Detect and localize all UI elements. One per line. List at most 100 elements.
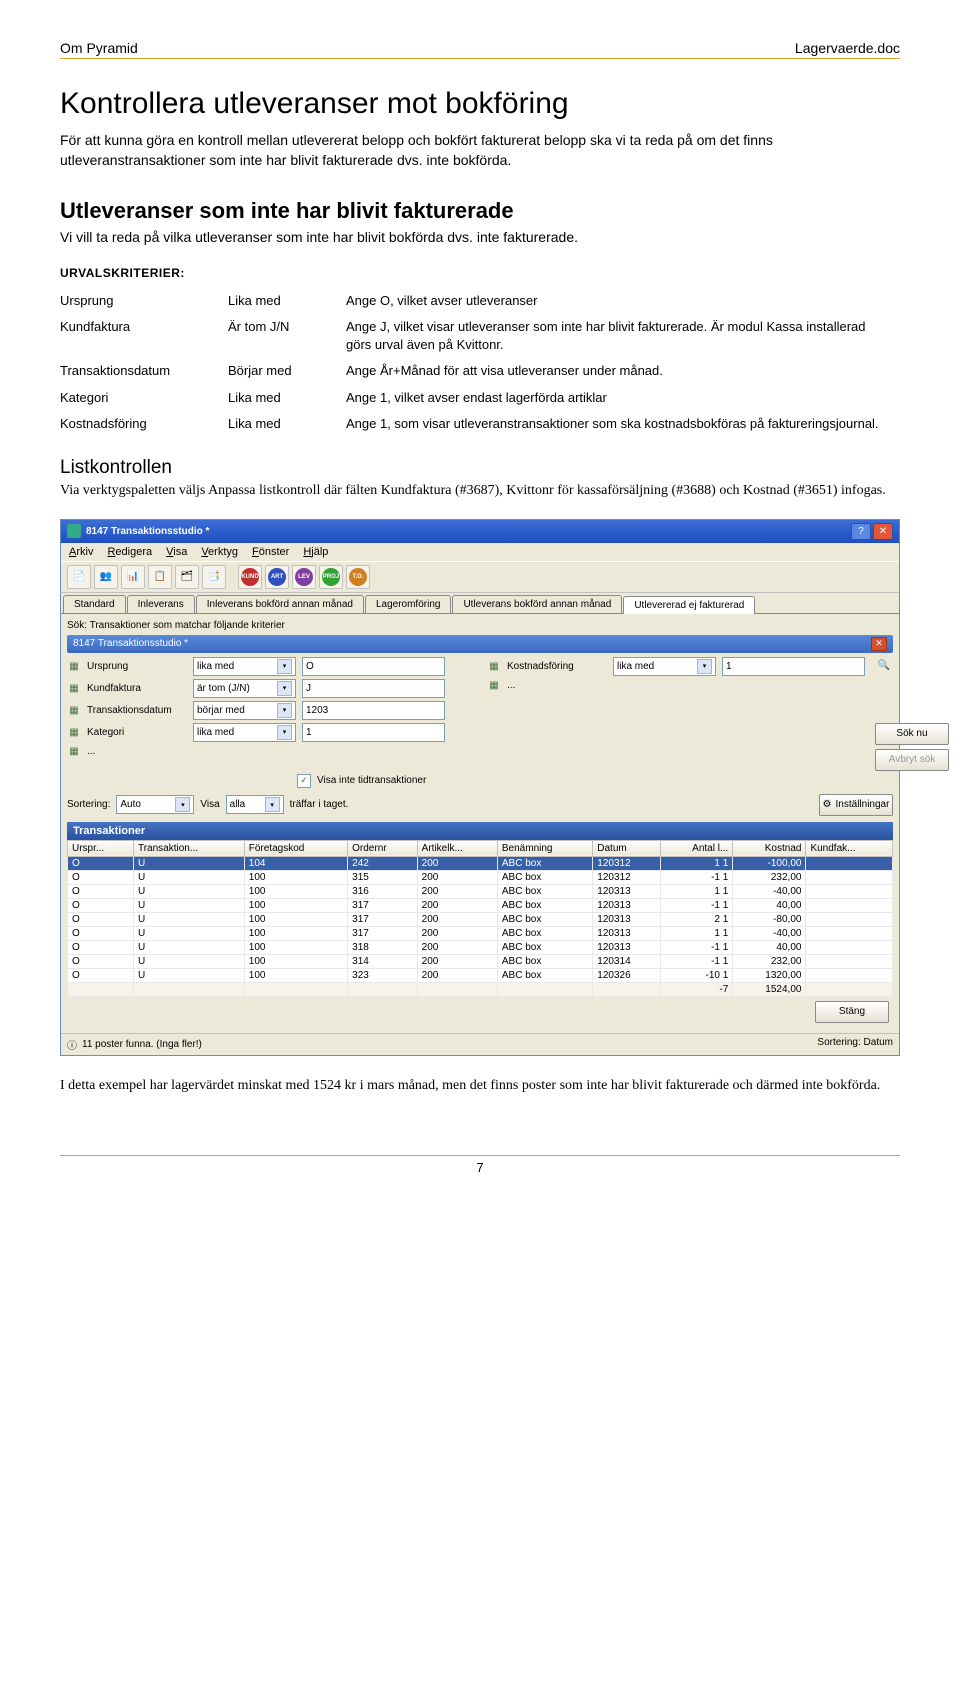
filter-value-input[interactable]: 1	[722, 657, 865, 676]
table-row[interactable]: OU100317200ABC box1203131 1-40,00	[68, 926, 893, 940]
filter-op-select[interactable]: börjar med▾	[193, 701, 296, 720]
filter-op-select[interactable]: är tom (J/N)▾	[193, 679, 296, 698]
column-header[interactable]: Datum	[593, 840, 661, 856]
menu-item[interactable]: Arkiv	[69, 546, 93, 558]
close-icon[interactable]: ✕	[871, 637, 887, 651]
tab[interactable]: Utleverans bokförd annan månad	[452, 595, 622, 613]
filter-icon[interactable]: ▦	[67, 703, 81, 717]
toolbar-icon[interactable]: 📄	[67, 565, 91, 589]
tab[interactable]: Inleverans	[127, 595, 195, 613]
filter-label: Transaktionsdatum	[87, 705, 187, 716]
filter-label: Kategori	[87, 727, 187, 738]
tab[interactable]: Lageromföring	[365, 595, 451, 613]
toolbar-icon[interactable]: T.O.	[346, 565, 370, 589]
column-header[interactable]: Kundfak...	[806, 840, 893, 856]
table-row[interactable]: OU100315200ABC box120312-1 1232,00	[68, 870, 893, 884]
close-button[interactable]: ✕	[873, 523, 893, 540]
filter-label: Kundfaktura	[87, 683, 187, 694]
visa-select[interactable]: alla▾	[226, 795, 284, 814]
page-number: 7	[60, 1155, 900, 1175]
filter-value-input[interactable]: J	[302, 679, 445, 698]
sok-label: Sök: Transaktioner som matchar följande …	[67, 620, 893, 631]
intro-text: För att kunna göra en kontroll mellan ut…	[60, 131, 900, 170]
install-button[interactable]: ⚙Inställningar	[819, 794, 893, 816]
checkbox[interactable]: ✓	[297, 774, 311, 788]
filter-value-input[interactable]: 1	[302, 723, 445, 742]
menu-item[interactable]: Visa	[166, 546, 187, 558]
criteria-cell: Ange 1, vilket avser endast lagerförda a…	[346, 385, 900, 411]
filter-icon[interactable]: ▦	[67, 745, 81, 759]
toolbar-icon[interactable]: 📋	[148, 565, 172, 589]
sort-select[interactable]: Auto▾	[116, 795, 194, 814]
pane-subtitle: 8147 Transaktionsstudio * ✕	[67, 635, 893, 653]
table-row[interactable]: OU100317200ABC box120313-1 140,00	[68, 898, 893, 912]
column-header[interactable]: Kostnad	[733, 840, 806, 856]
menu-item[interactable]: Hjälp	[303, 546, 328, 558]
table-row[interactable]: OU100317200ABC box1203132 1-80,00	[68, 912, 893, 926]
info-icon: ⓘ	[67, 1037, 77, 1052]
search-icon[interactable]: 🔍	[875, 657, 893, 675]
tab[interactable]: Inleverans bokförd annan månad	[196, 595, 364, 613]
filter-value-input[interactable]: O	[302, 657, 445, 676]
criteria-cell: Lika med	[228, 288, 346, 314]
window-title: 8147 Transaktionsstudio *	[86, 526, 209, 537]
filter-icon[interactable]: ▦	[487, 679, 501, 693]
app-icon	[67, 524, 81, 538]
stang-button[interactable]: Stäng	[815, 1001, 889, 1023]
app-window: 8147 Transaktionsstudio * ? ✕ Arkiv Redig…	[60, 519, 900, 1056]
sort-label: Sortering:	[67, 799, 110, 810]
toolbar-icon[interactable]: PROJ	[319, 565, 343, 589]
table-row[interactable]: OU100314200ABC box120314-1 1232,00	[68, 954, 893, 968]
heading-2: Utleveranser som inte har blivit fakture…	[60, 198, 900, 224]
titlebar: 8147 Transaktionsstudio * ? ✕	[61, 520, 899, 543]
listkontroll-text: Via verktygspaletten väljs Anpassa listk…	[60, 481, 900, 501]
filter-icon[interactable]: ▦	[487, 659, 501, 673]
checkbox-label: Visa inte tidtransaktioner	[317, 775, 426, 786]
criteria-table: UrsprungLika medAnge O, vilket avser utl…	[60, 288, 900, 437]
criteria-cell: Ange 1, som visar utleveranstransaktione…	[346, 411, 900, 437]
table-row[interactable]: OU104242200ABC box1203121 1-100,00	[68, 856, 893, 870]
column-header[interactable]: Artikelk...	[417, 840, 497, 856]
filter-icon[interactable]: ▦	[67, 681, 81, 695]
menu-item[interactable]: Fönster	[252, 546, 289, 558]
toolbar-icon[interactable]: LEV	[292, 565, 316, 589]
table-row[interactable]: OU100316200ABC box1203131 1-40,00	[68, 884, 893, 898]
column-header[interactable]: Transaktion...	[133, 840, 244, 856]
transactions-header: Transaktioner	[67, 822, 893, 840]
column-header[interactable]: Företagskod	[244, 840, 347, 856]
sok-button[interactable]: Sök nu	[875, 723, 949, 745]
criteria-cell: Är tom J/N	[228, 314, 346, 358]
toolbar-icon[interactable]: 📑	[202, 565, 226, 589]
heading-3: Listkontrollen	[60, 457, 900, 479]
filter-icon[interactable]: ▦	[67, 659, 81, 673]
table-row[interactable]: OU100318200ABC box120313-1 140,00	[68, 940, 893, 954]
toolbar-icon[interactable]: 🗂	[175, 565, 199, 589]
menu-item[interactable]: Redigera	[107, 546, 152, 558]
criteria-cell: Ange År+Månad för att visa utleveranser …	[346, 358, 900, 384]
filter-icon[interactable]: ▦	[67, 725, 81, 739]
menubar: Arkiv Redigera Visa Verktyg Fönster Hjälp	[61, 543, 899, 561]
column-header[interactable]: Urspr...	[68, 840, 134, 856]
visa-label: Visa	[200, 799, 219, 810]
help-button[interactable]: ?	[851, 523, 871, 540]
filter-value-input[interactable]: 1203	[302, 701, 445, 720]
toolbar-icon[interactable]: 👥	[94, 565, 118, 589]
toolbar-icon[interactable]: KUND	[238, 565, 262, 589]
menu-item[interactable]: Verktyg	[201, 546, 238, 558]
criteria-cell: Ange J, vilket visar utleveranser som in…	[346, 314, 900, 358]
filter-op-select[interactable]: lika med▾	[613, 657, 716, 676]
column-header[interactable]: Benämning	[497, 840, 592, 856]
tab[interactable]: Utlevererad ej fakturerad	[623, 596, 755, 614]
filter-op-select[interactable]: lika med▾	[193, 723, 296, 742]
filter-label: Ursprung	[87, 661, 187, 672]
toolbar-icon[interactable]: ART	[265, 565, 289, 589]
tab[interactable]: Standard	[63, 595, 126, 613]
statusbar: ⓘ11 poster funna. (Inga fler!) Sortering…	[61, 1033, 899, 1055]
column-header[interactable]: Antal l...	[661, 840, 733, 856]
criteria-cell: Börjar med	[228, 358, 346, 384]
table-row[interactable]: OU100323200ABC box120326-10 11320,00	[68, 968, 893, 982]
column-header[interactable]: Ordernr	[348, 840, 418, 856]
criteria-cell: Lika med	[228, 411, 346, 437]
filter-op-select[interactable]: lika med▾	[193, 657, 296, 676]
toolbar-icon[interactable]: 📊	[121, 565, 145, 589]
